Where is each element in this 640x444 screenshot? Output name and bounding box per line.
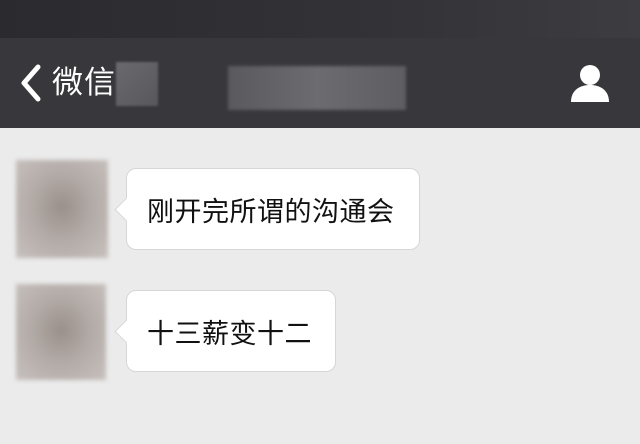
message-text: 刚开完所谓的沟通会 (147, 196, 395, 228)
message-text: 十三薪变十二 (147, 318, 312, 350)
bubble-tail (114, 197, 139, 222)
message-bubble[interactable]: 刚开完所谓的沟通会 (114, 168, 420, 250)
avatar[interactable] (16, 284, 106, 380)
message-row: 刚开完所谓的沟通会 (0, 160, 640, 258)
back-label: 微信 (52, 65, 116, 101)
avatar[interactable] (16, 160, 108, 258)
redacted-chat-title (228, 66, 406, 110)
back-button[interactable]: 微信 (18, 60, 116, 106)
status-bar (0, 0, 640, 38)
message-row: 十三薪变十二 (0, 284, 640, 380)
nav-bar: 微信 (0, 38, 640, 128)
bubble-tail (114, 319, 139, 344)
chevron-left-icon (21, 64, 41, 102)
redacted-unread-count (116, 62, 158, 106)
chat-info-button[interactable] (568, 62, 612, 106)
message-bubble[interactable]: 十三薪变十二 (114, 290, 336, 372)
person-icon (571, 65, 609, 102)
